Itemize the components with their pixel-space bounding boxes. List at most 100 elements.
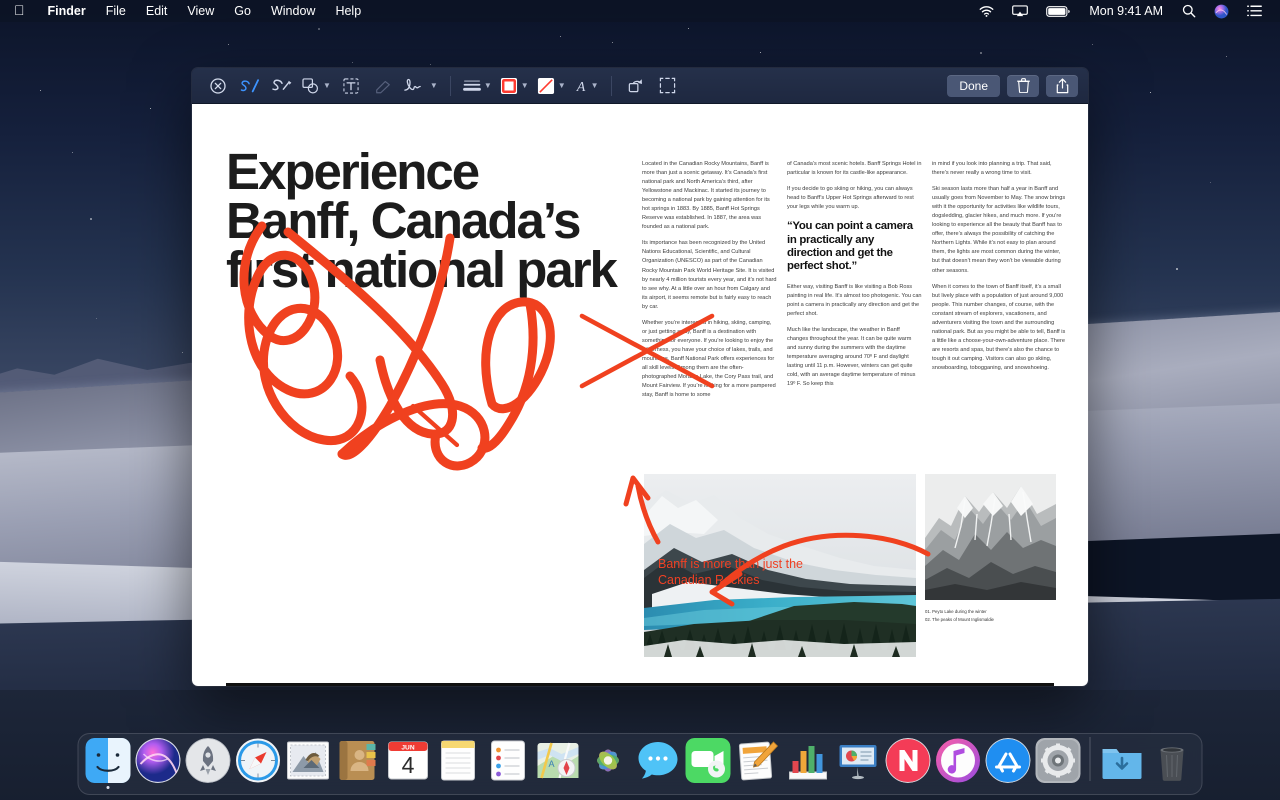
menu-item-view[interactable]: View [177, 0, 224, 22]
document-page[interactable]: Experience Banff, Canada’s first nationa… [192, 104, 1088, 686]
menu-bar-left:  Finder File Edit View Go Window Help [0, 0, 371, 22]
siri-icon [135, 737, 181, 783]
paragraph: Ski season lasts more than half a year i… [932, 186, 1066, 274]
trash-icon [1150, 738, 1195, 783]
dock-item-siri[interactable] [135, 737, 182, 789]
fill-color-button[interactable]: ▼ [537, 74, 566, 98]
done-button[interactable]: Done [947, 74, 1000, 97]
battery-icon[interactable] [1038, 0, 1078, 22]
dock-item-pages[interactable] [735, 737, 782, 789]
dock-item-contacts[interactable] [335, 737, 382, 789]
chevron-down-icon: ▼ [483, 81, 492, 90]
siri-icon[interactable] [1206, 0, 1237, 22]
article-column-3: in mind if you look into planning a trip… [932, 160, 1067, 407]
toolbar-divider-2 [610, 75, 612, 96]
dock-item-itunes[interactable] [935, 737, 982, 789]
delete-button[interactable] [1007, 74, 1039, 97]
sketch-tool[interactable] [238, 74, 262, 98]
dock-item-facetime[interactable] [685, 737, 732, 789]
menu-bar-status-area: Mon 9:41 AM [971, 0, 1280, 22]
rotate-button[interactable] [624, 74, 648, 98]
footer-rule [226, 683, 1054, 686]
photos-icon [586, 738, 631, 783]
numbers-icon [786, 738, 831, 783]
dock: JUN 4 A [77, 733, 1203, 795]
menu-item-window[interactable]: Window [261, 0, 325, 22]
dock-item-keynote[interactable] [835, 737, 882, 789]
close-markup-button[interactable] [206, 74, 230, 98]
article-columns: Located in the Canadian Rocky Mountains,… [642, 160, 1069, 407]
paragraph: Either way, visiting Banff is like visit… [787, 283, 922, 317]
dock-divider [1089, 737, 1091, 781]
svg-text:A: A [575, 80, 585, 94]
safari-icon [236, 738, 281, 783]
messages-icon [636, 738, 681, 783]
paragraph: in mind if you look into planning a trip… [932, 161, 1052, 177]
border-color-button[interactable]: ▼ [500, 74, 529, 98]
calendar-icon: JUN 4 [386, 738, 431, 783]
control-center-icon[interactable] [1239, 0, 1270, 22]
text-style-button[interactable]: A ▼ [574, 74, 599, 98]
dock-item-notes[interactable] [435, 737, 482, 789]
shape-style-button[interactable]: ▼ [462, 74, 492, 98]
menu-item-help[interactable]: Help [325, 0, 371, 22]
menu-bar-clock[interactable]: Mon 9:41 AM [1080, 4, 1172, 18]
share-button[interactable] [1046, 74, 1078, 97]
facetime-icon [685, 737, 731, 783]
photo-mount-inglismaldie [925, 474, 1056, 600]
apple-menu-icon[interactable]:  [0, 3, 38, 17]
menu-item-edit[interactable]: Edit [136, 0, 178, 22]
dock-item-news[interactable] [885, 737, 932, 789]
reminders-icon [486, 738, 531, 783]
dock-item-launchpad[interactable] [185, 737, 232, 789]
dock-item-maps[interactable]: A [535, 737, 582, 789]
downloads-folder-icon [1100, 738, 1145, 783]
dock-item-messages[interactable] [635, 737, 682, 789]
notes-icon [436, 738, 481, 783]
dock-item-reminders[interactable] [485, 737, 532, 789]
running-indicator [106, 785, 110, 789]
menu-item-file[interactable]: File [96, 0, 136, 22]
paragraph: If you decide to go skiing or hiking, yo… [787, 186, 914, 211]
menu-item-finder[interactable]: Finder [38, 0, 96, 22]
dock-item-mail[interactable] [285, 737, 332, 789]
wifi-icon[interactable] [971, 0, 1002, 22]
chevron-down-icon: ▼ [590, 81, 599, 90]
menu-item-go[interactable]: Go [224, 0, 261, 22]
search-icon[interactable] [1174, 0, 1204, 22]
sign-tool[interactable]: ▼ [403, 74, 438, 98]
mail-icon [286, 738, 331, 783]
app-store-icon [985, 737, 1031, 783]
text-tool[interactable] [339, 74, 363, 98]
dock-item-calendar[interactable]: JUN 4 [385, 737, 432, 789]
system-preferences-icon [1035, 737, 1081, 783]
svg-text:A: A [549, 759, 555, 769]
dock-item-finder[interactable] [85, 737, 132, 789]
draw-tool[interactable] [270, 74, 294, 98]
page-title: Experience Banff, Canada’s first nationa… [226, 143, 618, 298]
dock-item-downloads[interactable] [1099, 737, 1146, 789]
dock-item-trash[interactable] [1149, 737, 1196, 789]
dock-item-numbers[interactable] [785, 737, 832, 789]
itunes-icon [936, 738, 981, 783]
preview-window: ▼ ▼ ▼ ▼ ▼ A ▼ Done Experience Banff, Can… [192, 68, 1088, 686]
chevron-down-icon: ▼ [557, 81, 566, 90]
chevron-down-icon: ▼ [429, 81, 438, 90]
finder-icon [85, 737, 131, 783]
crop-button[interactable] [656, 74, 680, 98]
svg-text:4: 4 [402, 752, 415, 778]
highlight-tool[interactable] [371, 74, 395, 98]
photo-captions: 01. Peyto Lake during the winter 02. The… [925, 608, 1065, 623]
caption-line: 01. Peyto Lake during the winter [925, 609, 987, 614]
shapes-tool[interactable]: ▼ [302, 74, 331, 98]
dock-item-app-store[interactable] [985, 737, 1032, 789]
toolbar-divider [449, 75, 451, 96]
dock-item-safari[interactable] [235, 737, 282, 789]
dock-item-system-preferences[interactable] [1035, 737, 1082, 789]
dock-item-photos[interactable] [585, 737, 632, 789]
chevron-down-icon: ▼ [323, 81, 331, 90]
markup-note-text: Banff is more than just the Canadian Roc… [658, 557, 803, 587]
airplay-icon[interactable] [1004, 0, 1036, 22]
paragraph: Its importance has been recognized by th… [642, 240, 777, 310]
article-column-2: of Canada’s most scenic hotels. Banff Sp… [787, 160, 922, 407]
